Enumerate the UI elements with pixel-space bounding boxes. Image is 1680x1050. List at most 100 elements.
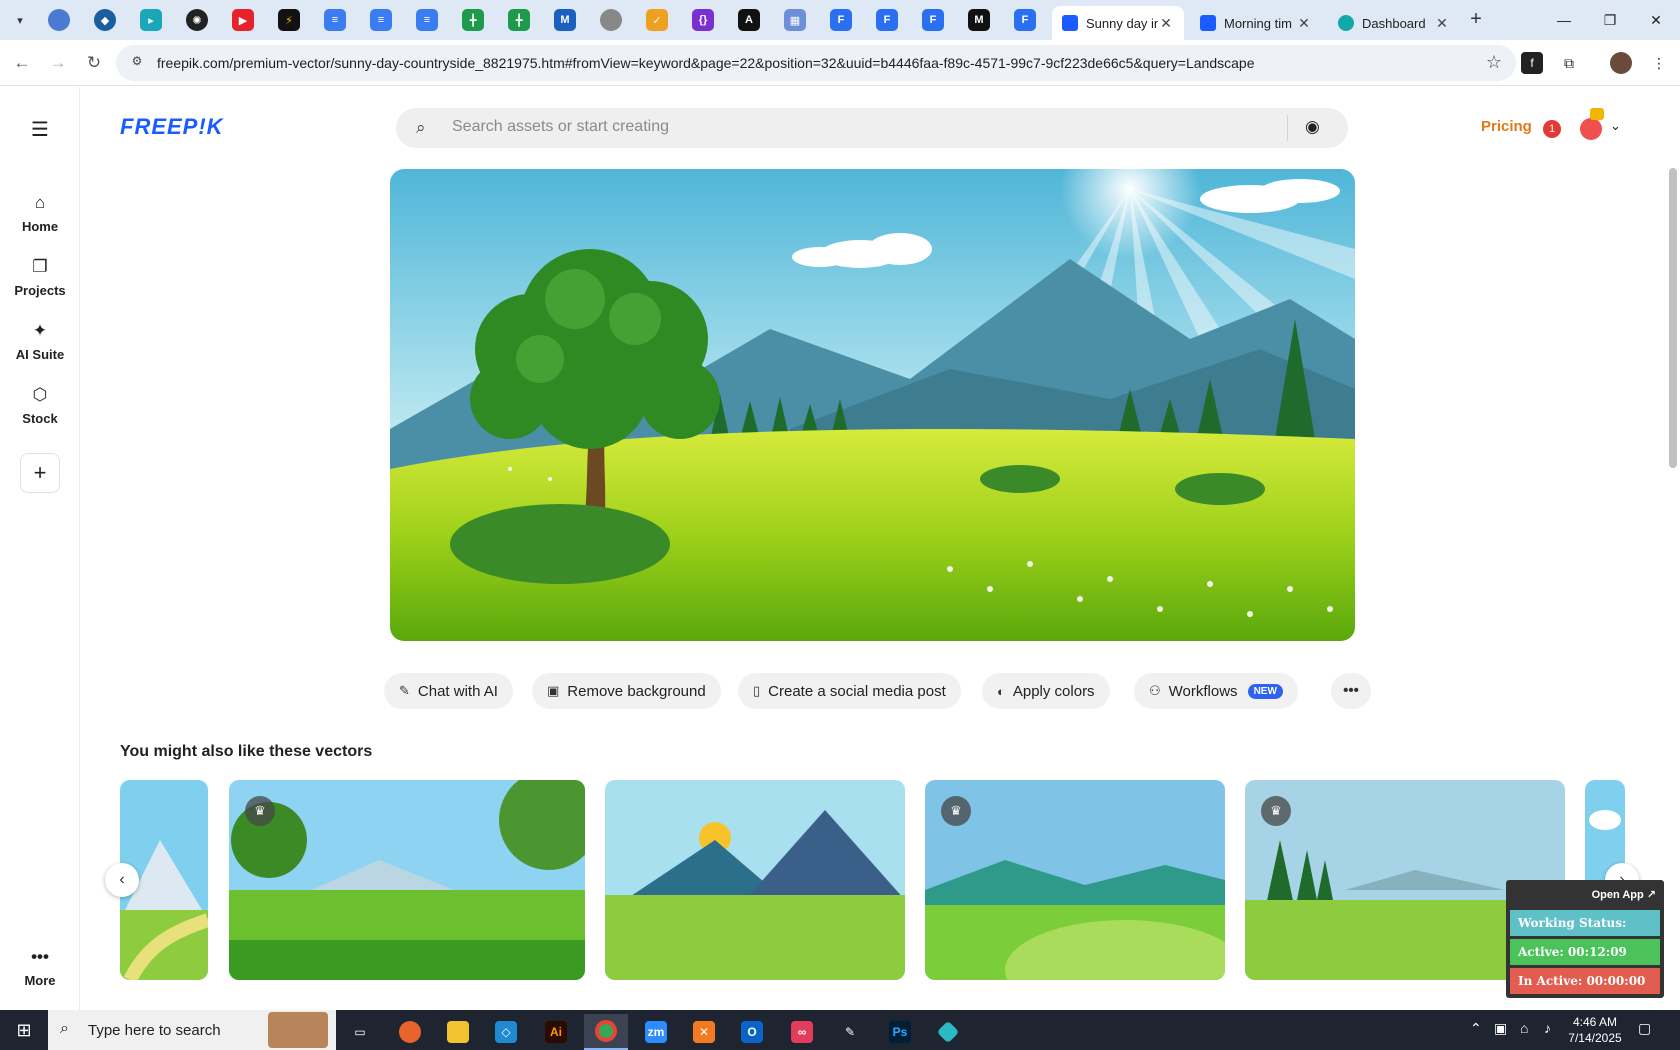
pinned-tab-app-2[interactable]: M bbox=[554, 9, 576, 31]
new-tab-button[interactable]: + bbox=[1464, 8, 1488, 32]
vscode-icon[interactable]: ◇ bbox=[484, 1014, 528, 1050]
zoom-icon[interactable]: zm bbox=[634, 1014, 678, 1050]
apply-colors-button[interactable]: ◐ Apply colors bbox=[982, 673, 1110, 709]
notification-center-icon[interactable]: ▢ bbox=[1638, 1020, 1651, 1037]
chrome-icon[interactable] bbox=[584, 1014, 628, 1050]
extension-icon[interactable]: f bbox=[1521, 52, 1543, 74]
pinned-tab-app-5[interactable]: A bbox=[738, 9, 760, 31]
tab-search-button[interactable]: ▾ bbox=[8, 8, 32, 32]
pinned-tab-forms-4[interactable]: F bbox=[1014, 9, 1036, 31]
app-diamond-icon[interactable] bbox=[926, 1014, 970, 1050]
pinned-tab-app-3[interactable]: ✓ bbox=[646, 9, 668, 31]
sidebar-item-more[interactable]: ••• More bbox=[0, 947, 80, 988]
freepik-logo[interactable]: FREEP!K bbox=[120, 114, 224, 140]
pinned-tab-app[interactable]: ▸ bbox=[140, 9, 162, 31]
sidebar-item-home[interactable]: ⌂ Home bbox=[0, 193, 80, 234]
create-social-post-button[interactable]: ▯ Create a social media post bbox=[738, 673, 961, 709]
close-tab-icon[interactable]: ✕ bbox=[1158, 15, 1174, 32]
chat-with-ai-button[interactable]: ✎ Chat with AI bbox=[384, 673, 513, 709]
related-thumbnail[interactable] bbox=[605, 780, 905, 980]
pinned-tab-globe[interactable] bbox=[48, 9, 70, 31]
taskbar-search-placeholder: Type here to search bbox=[88, 1022, 221, 1039]
address-bar[interactable]: ⚙ freepik.com/premium-vector/sunny-day-c… bbox=[116, 45, 1516, 81]
pricing-link[interactable]: Pricing bbox=[1481, 118, 1532, 135]
projects-icon: ❐ bbox=[32, 257, 48, 276]
pinned-tab-docs-3[interactable]: ≡ bbox=[416, 9, 438, 31]
sidebar-item-projects[interactable]: ❐ Projects bbox=[0, 257, 80, 298]
tray-chevron-up-icon[interactable]: ⌃ bbox=[1470, 1020, 1482, 1037]
close-window-button[interactable]: ✕ bbox=[1633, 0, 1679, 40]
remove-background-button[interactable]: ▣ Remove background bbox=[532, 673, 721, 709]
scrollbar-thumb[interactable] bbox=[1669, 168, 1677, 468]
tab-morning-time[interactable]: Morning tim ✕ bbox=[1190, 6, 1322, 40]
tab-title: Sunny day in bbox=[1086, 15, 1158, 31]
premium-crown-icon: ♛ bbox=[245, 796, 275, 826]
pinned-tab-app-6[interactable]: ▦ bbox=[784, 9, 806, 31]
illustrator-icon[interactable]: Ai bbox=[534, 1014, 578, 1050]
xampp-icon[interactable]: ✕ bbox=[682, 1014, 726, 1050]
phone-icon: ▯ bbox=[753, 683, 761, 698]
browser-menu-icon[interactable]: ⋮ bbox=[1648, 52, 1670, 74]
sidebar-item-label: Home bbox=[21, 219, 59, 234]
tab-sunny-day[interactable]: Sunny day in ✕ bbox=[1052, 6, 1184, 40]
search-input[interactable] bbox=[452, 118, 1252, 136]
back-button[interactable]: ← bbox=[8, 49, 36, 77]
related-thumbnail[interactable]: ♛ bbox=[925, 780, 1225, 980]
forward-button[interactable]: → bbox=[44, 49, 72, 77]
pinned-tab-shield[interactable]: ◆ bbox=[94, 9, 116, 31]
chevron-down-icon[interactable]: ⌄ bbox=[1610, 118, 1621, 134]
profile-avatar[interactable] bbox=[1610, 52, 1632, 74]
pinned-tab-sheets-2[interactable]: ╋ bbox=[508, 9, 530, 31]
pinned-tab-docs-1[interactable]: ≡ bbox=[324, 9, 346, 31]
windows-start-button[interactable]: ⊞ bbox=[0, 1010, 48, 1050]
carousel-prev-button[interactable]: ‹ bbox=[105, 863, 139, 897]
taskbar-search-box[interactable]: ⌕ Type here to search bbox=[48, 1010, 336, 1050]
creative-cloud-icon[interactable]: ∞ bbox=[780, 1014, 824, 1050]
sidebar-item-ai-suite[interactable]: ✦ AI Suite bbox=[0, 321, 80, 362]
url-text[interactable]: freepik.com/premium-vector/sunny-day-cou… bbox=[157, 55, 1255, 71]
camera-search-icon[interactable]: ◉ bbox=[1305, 117, 1320, 137]
pinned-tab-forms-3[interactable]: F bbox=[922, 9, 944, 31]
outlook-icon[interactable]: O bbox=[730, 1014, 774, 1050]
bookmark-star-icon[interactable]: ☆ bbox=[1486, 52, 1502, 73]
hero-vector-image[interactable] bbox=[390, 169, 1355, 641]
add-button[interactable]: + bbox=[0, 453, 80, 493]
reload-button[interactable]: ↻ bbox=[80, 49, 108, 77]
pinned-tab-forms-2[interactable]: F bbox=[876, 9, 898, 31]
taskbar-clock[interactable]: 4:46 AM 7/14/2025 bbox=[1560, 1014, 1630, 1046]
restore-button[interactable]: ❐ bbox=[1587, 0, 1633, 40]
open-app-link[interactable]: Open App ↗ bbox=[1592, 888, 1656, 901]
sidebar-item-stock[interactable]: ⬡ Stock bbox=[0, 385, 80, 426]
minimize-button[interactable]: — bbox=[1541, 0, 1587, 40]
pinned-tab-forms-1[interactable]: F bbox=[830, 9, 852, 31]
more-actions-button[interactable]: ••• bbox=[1331, 673, 1371, 709]
home-icon: ⌂ bbox=[34, 193, 46, 212]
tab-dashboard[interactable]: Dashboard ✕ bbox=[1328, 6, 1460, 40]
notification-badge[interactable]: 1 bbox=[1543, 120, 1561, 138]
related-thumbnail[interactable]: ♛ bbox=[229, 780, 585, 980]
task-view-icon[interactable]: ▭ bbox=[338, 1014, 382, 1050]
close-tab-icon[interactable]: ✕ bbox=[1434, 15, 1450, 32]
photoshop-icon[interactable]: Ps bbox=[878, 1014, 922, 1050]
pinned-tab-docs-2[interactable]: ≡ bbox=[370, 9, 392, 31]
site-info-icon[interactable]: ⚙ bbox=[128, 54, 146, 72]
pinned-tab-sheets-1[interactable]: ╋ bbox=[462, 9, 484, 31]
user-avatar[interactable] bbox=[1580, 118, 1602, 140]
remove-background-icon: ▣ bbox=[547, 683, 560, 698]
pinned-tab-bolt[interactable]: ⚡ bbox=[278, 9, 300, 31]
pen-tool-icon[interactable]: ✎ bbox=[828, 1014, 872, 1050]
extensions-puzzle-icon[interactable]: ⧉ bbox=[1558, 52, 1580, 74]
network-icon[interactable]: ⌂ bbox=[1520, 1020, 1528, 1036]
pinned-tab-openai[interactable]: ✺ bbox=[186, 9, 208, 31]
pinned-tab-globe-2[interactable] bbox=[600, 9, 622, 31]
pinned-tab-medium[interactable]: M bbox=[968, 9, 990, 31]
close-tab-icon[interactable]: ✕ bbox=[1296, 15, 1312, 32]
hamburger-menu-icon[interactable]: ☰ bbox=[0, 117, 80, 142]
pinned-tab-youtube[interactable]: ▶ bbox=[232, 9, 254, 31]
workflows-button[interactable]: ⚇ Workflows NEW bbox=[1134, 673, 1298, 709]
file-explorer-icon[interactable] bbox=[436, 1014, 480, 1050]
firefox-icon[interactable] bbox=[388, 1014, 432, 1050]
pinned-tab-app-4[interactable]: {} bbox=[692, 9, 714, 31]
volume-icon[interactable]: ♪ bbox=[1544, 1020, 1551, 1036]
tray-display-icon[interactable]: ▣ bbox=[1494, 1020, 1507, 1037]
